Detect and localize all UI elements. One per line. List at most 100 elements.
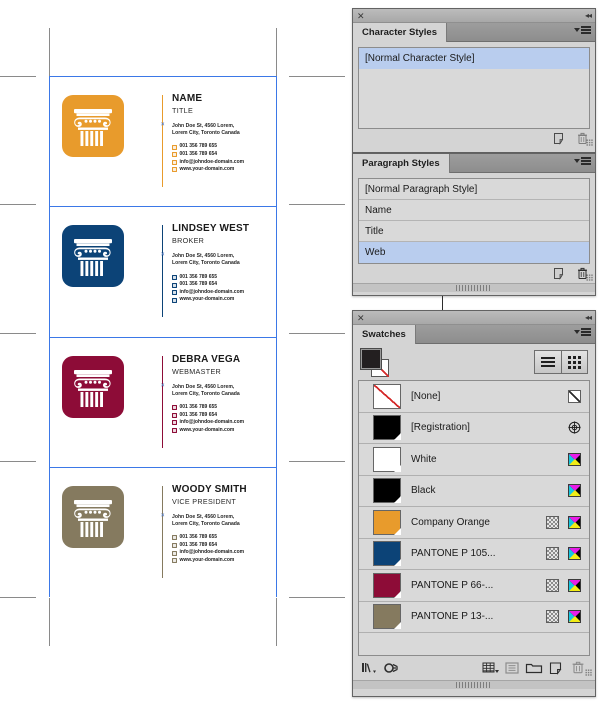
guide-horizontal-2r: [289, 333, 345, 334]
close-icon[interactable]: ✕: [357, 10, 365, 22]
card-address-line-1: John Doe St, 4560 Lorem,: [172, 513, 235, 520]
column-logo-icon: [62, 485, 124, 548]
card-text-block: WOODY SMITH VICE PRESIDENT John Doe St, …: [172, 484, 272, 565]
swatch-color-chip[interactable]: [373, 541, 401, 567]
guide-horizontal-4: [0, 597, 36, 598]
panel-tab-bar[interactable]: Swatches: [353, 325, 595, 344]
document-canvas[interactable]: × NAME TITLE John Doe St, 4560 Lorem, Lo…: [0, 0, 345, 705]
swatch-name: [Registration]: [411, 422, 470, 434]
tab-swatches[interactable]: Swatches: [353, 325, 416, 344]
swatches-panel[interactable]: ✕ ◂◂ Swatches [None] [Registration] Whit…: [352, 310, 596, 697]
card-fax-row: 001 356 789 654: [172, 542, 272, 550]
guide-vertical-left: [49, 28, 50, 76]
panel-titlebar[interactable]: ✕ ◂◂: [353, 311, 595, 325]
swatch-color-chip[interactable]: [373, 572, 401, 598]
paragraph-style-item-label: Web: [365, 247, 386, 258]
swatch-row[interactable]: PANTONE P 66-...: [359, 570, 589, 602]
swatch-row[interactable]: PANTONE P 105...: [359, 539, 589, 570]
swatch-color-chip[interactable]: [373, 478, 401, 504]
paragraph-styles-panel[interactable]: Paragraph Styles [Normal Paragraph Style…: [352, 153, 596, 296]
fill-stroke-proxy[interactable]: [360, 348, 391, 377]
card-phone-row: 001 356 789 655: [172, 143, 272, 151]
grid-view-icon[interactable]: [561, 351, 587, 373]
tab-character-styles[interactable]: Character Styles: [353, 23, 447, 42]
card-phone: 001 356 789 655: [179, 273, 218, 280]
business-card-stack[interactable]: × NAME TITLE John Doe St, 4560 Lorem, Lo…: [49, 76, 277, 598]
swatches-list[interactable]: [None] [Registration] White Black Compan…: [358, 380, 590, 656]
swatch-row[interactable]: [Registration]: [359, 413, 589, 444]
swatch-row[interactable]: Company Orange: [359, 507, 589, 539]
swatch-view-toggle[interactable]: [534, 350, 588, 374]
paragraph-style-item[interactable]: Web: [359, 242, 589, 263]
character-style-item[interactable]: [Normal Character Style]: [359, 48, 589, 69]
new-style-icon[interactable]: [553, 132, 566, 145]
guide-horizontal-3: [0, 461, 36, 462]
business-card[interactable]: × NAME TITLE John Doe St, 4560 Lorem, Lo…: [50, 77, 276, 208]
swatch-color-chip[interactable]: [373, 509, 401, 535]
show-color-groups-icon[interactable]: [381, 659, 403, 677]
panel-menu-icon[interactable]: [574, 157, 591, 165]
guide-horizontal-4r: [289, 597, 345, 598]
resize-grip[interactable]: [585, 669, 592, 676]
swatch-color-chip[interactable]: [373, 446, 401, 472]
show-all-swatches-icon[interactable]: [359, 659, 381, 677]
panel-menu-icon[interactable]: [574, 26, 591, 34]
collapse-panel-icon[interactable]: ◂◂: [585, 312, 592, 324]
new-swatch-icon[interactable]: [545, 659, 567, 677]
panel-tab-bar[interactable]: Character Styles: [353, 23, 595, 42]
card-web-row: www.your-domain.com: [172, 557, 272, 565]
card-contact-list: 001 356 789 655 001 356 789 654 info@joh…: [172, 274, 272, 304]
globe-icon: [172, 427, 177, 433]
swatch-row[interactable]: Black: [359, 476, 589, 507]
swatch-color-chip[interactable]: [373, 383, 401, 409]
swatch-name: Black: [411, 485, 436, 497]
panel-drag-handle[interactable]: [456, 682, 492, 688]
card-title: BROKER: [172, 236, 205, 246]
panel-menu-icon[interactable]: [574, 328, 591, 336]
card-text-block: NAME TITLE John Doe St, 4560 Lorem, Lore…: [172, 93, 272, 174]
swatch-indicators: [568, 452, 581, 466]
panel-titlebar[interactable]: ✕ ◂◂: [353, 9, 595, 23]
character-styles-panel[interactable]: ✕ ◂◂ Character Styles [Normal Character …: [352, 8, 596, 153]
close-icon[interactable]: ✕: [357, 312, 365, 324]
swatch-indicators: [568, 484, 581, 498]
globe-icon: [172, 558, 177, 564]
swatches-toolbar: [353, 344, 595, 380]
paragraph-style-item[interactable]: [Normal Paragraph Style]: [359, 179, 589, 200]
swatch-row[interactable]: [None]: [359, 381, 589, 413]
swatch-list-empty-area[interactable]: [359, 633, 589, 655]
swatch-row[interactable]: White: [359, 444, 589, 476]
list-view-icon[interactable]: [535, 351, 561, 373]
paragraph-style-item[interactable]: Name: [359, 200, 589, 221]
swatch-row[interactable]: PANTONE P 13-...: [359, 602, 589, 633]
new-style-icon[interactable]: [553, 267, 566, 280]
card-web-row: www.your-domain.com: [172, 296, 272, 304]
new-color-group-folder-icon[interactable]: [523, 659, 545, 677]
swatch-color-chip[interactable]: [373, 604, 401, 630]
new-swatch-from-list-icon[interactable]: [501, 659, 523, 677]
paragraph-style-item[interactable]: Title: [359, 221, 589, 242]
character-styles-list[interactable]: [Normal Character Style]: [358, 47, 590, 129]
globe-icon: [172, 297, 177, 303]
resize-grip[interactable]: [586, 274, 593, 281]
guide-horizontal-0: [0, 76, 36, 77]
paragraph-styles-footer: [353, 264, 595, 283]
panel-tab-bar[interactable]: Paragraph Styles: [353, 154, 595, 173]
cmyk-color-mode-icon: [568, 515, 581, 529]
resize-grip[interactable]: [586, 139, 593, 146]
swatch-corner-marker: [394, 496, 401, 504]
paragraph-styles-list[interactable]: [Normal Paragraph Style] Name Title Web: [358, 178, 590, 264]
new-color-group-icon[interactable]: [479, 659, 501, 677]
card-title: WEBMASTER: [172, 366, 222, 376]
panel-drag-handle[interactable]: [456, 285, 492, 291]
fill-swatch-icon[interactable]: [360, 348, 382, 370]
business-card[interactable]: × DEBRA VEGA WEBMASTER John Doe St, 4560…: [50, 337, 276, 468]
business-card[interactable]: × WOODY SMITH VICE PRESIDENT John Doe St…: [50, 467, 276, 598]
process-color-icon: [546, 547, 559, 561]
collapse-panel-icon[interactable]: ◂◂: [585, 10, 592, 22]
tab-paragraph-styles[interactable]: Paragraph Styles: [353, 154, 450, 173]
swatch-color-chip[interactable]: [373, 415, 401, 441]
text-frame-marker: ×: [161, 252, 165, 259]
fax-icon: [172, 282, 177, 288]
business-card[interactable]: × LINDSEY WEST BROKER John Doe St, 4560 …: [50, 207, 276, 338]
